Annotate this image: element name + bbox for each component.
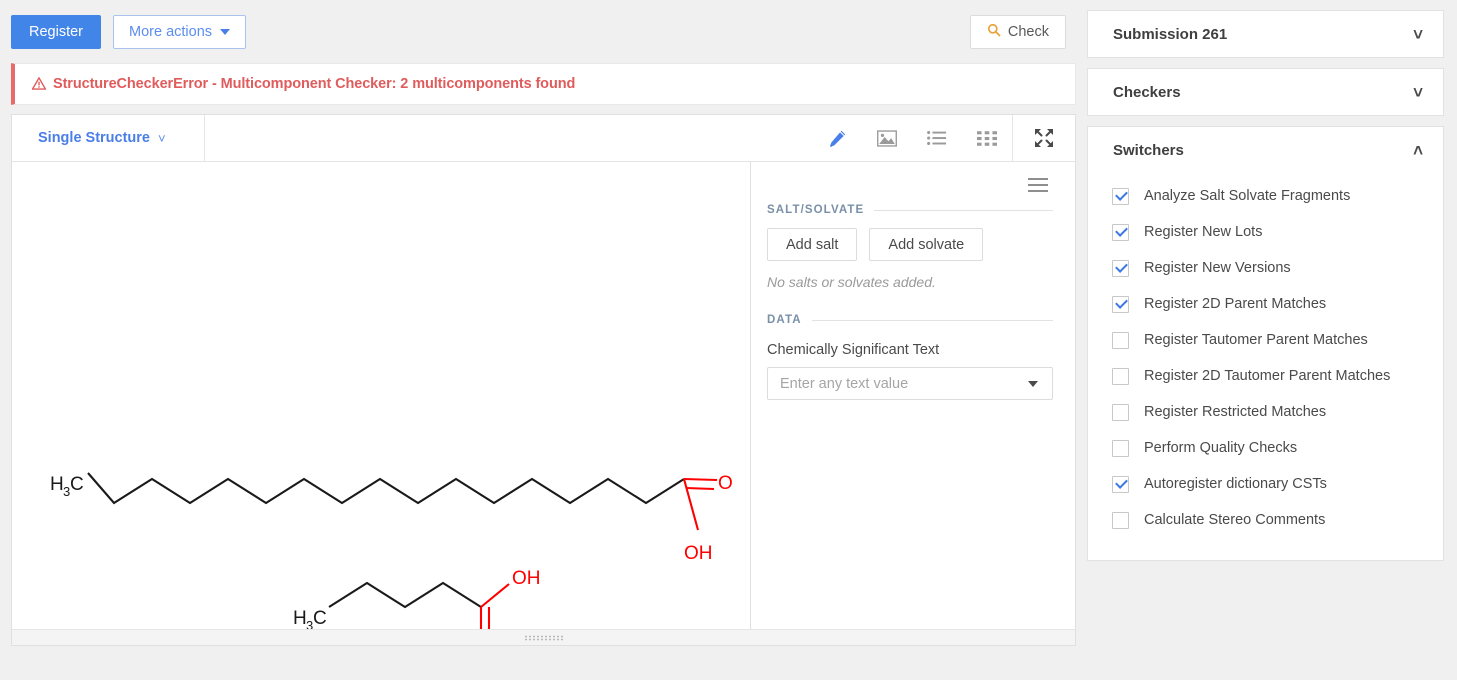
add-salt-button[interactable]: Add salt [767, 228, 857, 261]
checkbox-checked-icon[interactable] [1112, 476, 1129, 493]
checkbox-unchecked-icon[interactable] [1112, 332, 1129, 349]
switcher-label: Register 2D Parent Matches [1144, 296, 1326, 312]
switcher-row[interactable]: Register 2D Tautomer Parent Matches [1088, 358, 1443, 394]
panel-checkers-header[interactable]: Checkers ˅ [1088, 69, 1443, 115]
structure-octadecanoic-acid: H 3 C O OH [50, 473, 733, 564]
image-icon[interactable] [862, 115, 912, 161]
check-button[interactable]: Check [970, 15, 1066, 49]
chevron-down-icon: ˅ [158, 132, 166, 145]
check-label: Check [1008, 24, 1049, 40]
warning-triangle-icon [32, 77, 46, 94]
chevron-down-icon[interactable]: ˅ [1413, 84, 1423, 101]
switchers-list: Analyze Salt Solvate Fragments Register N… [1088, 173, 1443, 560]
error-banner: StructureCheckerError - Multicomponent C… [11, 63, 1076, 105]
editor-body: H 3 C O OH [12, 162, 1075, 629]
switcher-label: Register New Versions [1144, 260, 1291, 276]
panel-submission-title: Submission 261 [1113, 26, 1413, 43]
pencil-icon[interactable] [812, 115, 862, 161]
structure-mode-label: Single Structure [38, 130, 150, 146]
molecule-drawing: H 3 C O OH [12, 162, 750, 629]
switcher-label: Analyze Salt Solvate Fragments [1144, 188, 1350, 204]
svg-text:H: H [293, 608, 307, 629]
grid-icon[interactable] [962, 115, 1012, 161]
panel-resize-handle[interactable] [12, 629, 1075, 645]
switcher-label: Perform Quality Checks [1144, 440, 1297, 456]
structure-editor-panel: Single Structure ˅ [11, 114, 1076, 646]
editor-tool-icons [812, 115, 1075, 161]
search-icon [987, 23, 1001, 41]
dropdown-arrow-icon[interactable] [1028, 381, 1038, 387]
switcher-row[interactable]: Analyze Salt Solvate Fragments [1088, 178, 1443, 214]
divider [812, 320, 1053, 321]
checkbox-unchecked-icon[interactable] [1112, 368, 1129, 385]
switcher-row[interactable]: Autoregister dictionary CSTs [1088, 466, 1443, 502]
registration-page: Register More actions Check [0, 0, 1457, 680]
checkbox-checked-icon[interactable] [1112, 296, 1129, 313]
panel-submission: Submission 261 ˅ [1087, 10, 1444, 58]
checkbox-unchecked-icon[interactable] [1112, 440, 1129, 457]
more-actions-button[interactable]: More actions [113, 15, 246, 49]
switcher-row[interactable]: Register Tautomer Parent Matches [1088, 322, 1443, 358]
switcher-label: Calculate Stereo Comments [1144, 512, 1325, 528]
salt-solvate-buttons: Add salt Add solvate [767, 228, 1053, 261]
chevron-down-icon[interactable]: ˅ [1413, 26, 1423, 43]
switcher-row[interactable]: Register Restricted Matches [1088, 394, 1443, 430]
svg-text:OH: OH [684, 543, 713, 564]
checkbox-unchecked-icon[interactable] [1112, 404, 1129, 421]
chemically-significant-text-label: Chemically Significant Text [767, 342, 1053, 358]
svg-text:C: C [70, 474, 84, 495]
switcher-label: Autoregister dictionary CSTs [1144, 476, 1327, 492]
checkbox-checked-icon[interactable] [1112, 224, 1129, 241]
panel-checkers: Checkers ˅ [1087, 68, 1444, 116]
switcher-label: Register Restricted Matches [1144, 404, 1326, 420]
resize-grip-icon [524, 635, 564, 641]
svg-text:OH: OH [512, 568, 541, 589]
svg-text:H: H [50, 474, 64, 495]
structure-mode-selector[interactable]: Single Structure ˅ [12, 115, 205, 161]
structure-side-panel: SALT/SOLVATE Add salt Add solvate No sal… [750, 162, 1075, 629]
expand-icon[interactable] [1012, 115, 1075, 161]
checkbox-unchecked-icon[interactable] [1112, 512, 1129, 529]
panel-switchers-title: Switchers [1113, 142, 1413, 159]
checkbox-checked-icon[interactable] [1112, 260, 1129, 277]
switcher-row[interactable]: Perform Quality Checks [1088, 430, 1443, 466]
switcher-label: Register New Lots [1144, 224, 1262, 240]
switcher-label: Register Tautomer Parent Matches [1144, 332, 1368, 348]
add-solvate-button[interactable]: Add solvate [869, 228, 983, 261]
panel-checkers-title: Checkers [1113, 84, 1413, 101]
svg-text:O: O [718, 473, 733, 494]
switcher-row[interactable]: Register New Lots [1088, 214, 1443, 250]
checkbox-checked-icon[interactable] [1112, 188, 1129, 205]
register-button[interactable]: Register [11, 15, 101, 49]
structure-canvas[interactable]: H 3 C O OH [12, 162, 750, 629]
hamburger-menu-icon[interactable] [1028, 178, 1048, 196]
chevron-up-icon[interactable]: ˄ [1413, 142, 1423, 159]
list-icon[interactable] [912, 115, 962, 161]
switcher-row[interactable]: Register 2D Parent Matches [1088, 286, 1443, 322]
panel-submission-header[interactable]: Submission 261 ˅ [1088, 11, 1443, 57]
data-section-header: DATA [767, 314, 1053, 326]
input-placeholder: Enter any text value [780, 376, 1028, 392]
chemically-significant-text-input[interactable]: Enter any text value [767, 367, 1053, 400]
salt-solvate-section-header: SALT/SOLVATE [767, 204, 1053, 216]
data-title: DATA [767, 314, 802, 326]
divider [874, 210, 1053, 211]
structure-pentanoic-acid: H 3 C OH O [293, 568, 541, 629]
switcher-row[interactable]: Calculate Stereo Comments [1088, 502, 1443, 538]
editor-toolbar: Single Structure ˅ [12, 115, 1075, 162]
chevron-down-icon [220, 29, 230, 35]
panel-switchers: Switchers ˄ Analyze Salt Solvate Fragmen… [1087, 126, 1444, 561]
right-sidebar: Submission 261 ˅ Checkers ˅ Switchers ˄ … [1087, 10, 1444, 571]
svg-text:C: C [313, 608, 327, 629]
main-column: Register More actions Check [0, 0, 1087, 680]
salt-solvate-title: SALT/SOLVATE [767, 204, 864, 216]
switcher-row[interactable]: Register New Versions [1088, 250, 1443, 286]
action-toolbar: Register More actions Check [11, 10, 1076, 54]
panel-switchers-header[interactable]: Switchers ˄ [1088, 127, 1443, 173]
error-message: StructureCheckerError - Multicomponent C… [53, 76, 575, 92]
switcher-label: Register 2D Tautomer Parent Matches [1144, 368, 1390, 384]
salt-empty-message: No salts or solvates added. [767, 274, 1053, 290]
more-actions-label: More actions [129, 24, 212, 40]
